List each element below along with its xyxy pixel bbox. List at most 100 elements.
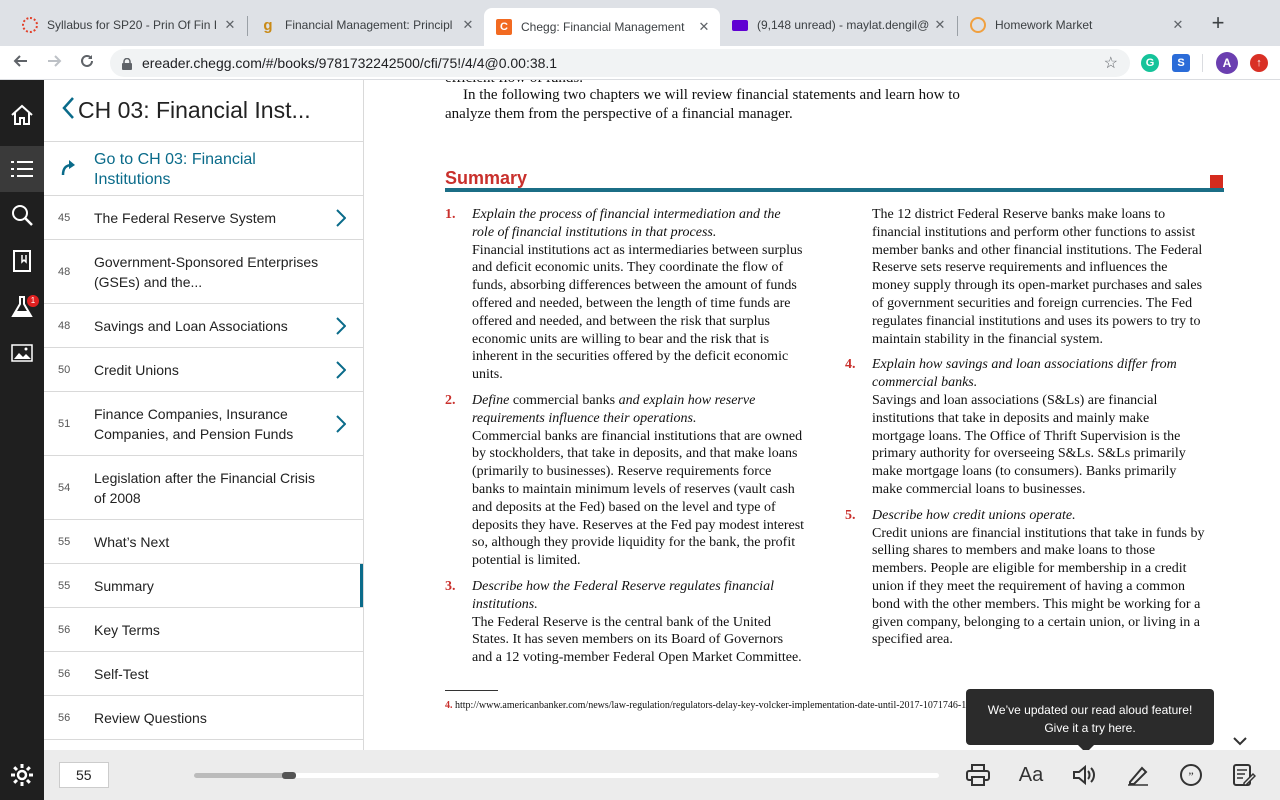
search-button[interactable] — [0, 192, 44, 238]
lock-icon — [122, 57, 132, 70]
yahoo-mail-icon — [732, 19, 748, 31]
address-bar[interactable]: ereader.chegg.com/#/books/9781732242500/… — [110, 49, 1130, 77]
speaker-icon — [1073, 764, 1095, 786]
progress-fill — [194, 773, 297, 778]
toc-header[interactable]: CH 03: Financial Inst... — [44, 80, 363, 142]
goto-chapter-link[interactable]: Go to CH 03: Financial Institutions — [44, 142, 363, 196]
citation-button[interactable]: ” — [1177, 762, 1205, 788]
settings-button[interactable] — [0, 750, 44, 800]
reload-icon — [81, 54, 93, 67]
back-button[interactable] — [8, 50, 34, 76]
toc-item-summary[interactable]: 55 Summary — [44, 564, 363, 608]
url-text: ereader.chegg.com/#/books/9781732242500/… — [142, 55, 558, 71]
font-size-button[interactable]: Aa — [1017, 762, 1045, 788]
toc-item-gses[interactable]: 48 Government-Sponsored Enterprises (GSE… — [44, 240, 363, 304]
reader-nav-rail: 1 — [0, 80, 44, 800]
reading-progress-slider[interactable] — [194, 772, 939, 779]
close-tab-icon[interactable]: ✕ — [460, 17, 476, 33]
list-icon — [11, 161, 33, 177]
heading-rule — [445, 188, 1224, 192]
print-icon — [966, 764, 990, 786]
gear-icon — [11, 764, 33, 786]
chevron-left-icon[interactable] — [44, 97, 74, 124]
search-icon — [12, 205, 33, 226]
toc-item-whats-next[interactable]: 55 What’s Next — [44, 520, 363, 564]
bookmark-page-icon — [13, 250, 31, 272]
canvas-icon — [22, 17, 38, 33]
tab-chegg[interactable]: C Chegg: Financial Management ✕ — [484, 8, 720, 46]
toc-item-federal-reserve[interactable]: 45 The Federal Reserve System — [44, 196, 363, 240]
chevron-right-icon[interactable] — [336, 317, 347, 340]
close-tab-icon[interactable]: ✕ — [222, 17, 238, 33]
quote-icon: ” — [1180, 764, 1202, 786]
summary-objective: 1. Explain the process of financial inte… — [445, 207, 803, 383]
homework-market-icon — [970, 17, 986, 33]
toc-item-self-test[interactable]: 56 Self-Test — [44, 652, 363, 696]
chevron-right-icon[interactable] — [336, 209, 347, 232]
toc-button[interactable] — [0, 146, 44, 192]
tab-yahoo-mail[interactable]: (9,148 unread) - maylat.dengil@ ✕ — [720, 8, 956, 42]
chegg-icon: C — [496, 19, 512, 35]
notes-button[interactable] — [1230, 762, 1258, 788]
close-tab-icon[interactable]: ✕ — [696, 19, 712, 35]
summary-objective: 2. Define commercial banks and explain h… — [445, 392, 805, 569]
home-button[interactable] — [0, 92, 44, 138]
collapse-button[interactable] — [1226, 733, 1254, 751]
chapter-title: CH 03: Financial Inst... — [78, 97, 311, 123]
reader-bottom-bar: 55 Aa ” — [44, 750, 1280, 800]
tab-financial-management-principles[interactable]: g Financial Management: Principl ✕ — [248, 8, 484, 42]
extension-s-icon[interactable]: S — [1172, 54, 1190, 72]
profile-avatar[interactable]: A — [1216, 52, 1238, 74]
toc-item-credit-unions[interactable]: 50 Credit Unions — [44, 348, 363, 392]
summary-column-left: 1. Explain the process of financial inte… — [445, 206, 805, 675]
media-button[interactable] — [0, 330, 44, 376]
toc-item-savings-loan[interactable]: 48 Savings and Loan Associations — [44, 304, 363, 348]
toc-item-finance-companies[interactable]: 51 Finance Companies, Insurance Companie… — [44, 392, 363, 456]
read-aloud-button[interactable] — [1071, 762, 1099, 788]
browser-toolbar: ereader.chegg.com/#/books/9781732242500/… — [0, 46, 1280, 80]
close-tab-icon[interactable]: ✕ — [1170, 17, 1186, 33]
table-of-contents-panel: CH 03: Financial Inst... Go to CH 03: Fi… — [44, 80, 364, 750]
chevron-right-icon[interactable] — [336, 361, 347, 384]
summary-heading: Summary — [445, 168, 528, 188]
browser-tab-strip: Syllabus for SP20 - Prin Of Fin I ✕ g Fi… — [0, 0, 1280, 46]
highlight-button[interactable] — [1124, 762, 1152, 788]
arrow-left-icon — [13, 55, 27, 67]
footnote: 4. http://www.americanbanker.com/news/la… — [445, 700, 990, 711]
notes-icon — [1233, 764, 1256, 786]
notification-badge: 1 — [27, 295, 39, 307]
tab-syllabus[interactable]: Syllabus for SP20 - Prin Of Fin I ✕ — [10, 8, 246, 42]
home-icon — [11, 104, 33, 125]
arrow-right-icon — [48, 55, 62, 67]
reload-button[interactable] — [74, 50, 100, 76]
page-number-input[interactable]: 55 — [59, 762, 109, 788]
summary-objective: 5. Describe how credit unions operate. C… — [845, 507, 1205, 648]
update-icon[interactable]: ↑ — [1250, 54, 1268, 72]
progress-thumb[interactable] — [282, 772, 297, 779]
g-icon: g — [263, 16, 273, 34]
bookmark-star-icon[interactable]: ☆ — [1104, 53, 1118, 73]
forward-button[interactable] — [41, 50, 67, 76]
highlighter-icon — [1128, 766, 1148, 786]
chevron-down-icon — [1233, 737, 1247, 746]
heading-marker — [1210, 175, 1223, 188]
close-tab-icon[interactable]: ✕ — [932, 17, 948, 33]
toc-item-review-questions[interactable]: 56 Review Questions — [44, 696, 363, 740]
practice-button[interactable]: 1 — [0, 284, 44, 330]
summary-column-right: The 12 district Federal Reserve banks ma… — [845, 206, 1205, 657]
print-button[interactable] — [964, 762, 992, 788]
new-tab-button[interactable]: + — [1206, 12, 1230, 36]
read-aloud-tooltip[interactable]: We’ve updated our read aloud feature! Gi… — [966, 689, 1214, 753]
svg-text:”: ” — [1188, 769, 1193, 783]
toc-item-key-terms[interactable]: 56 Key Terms — [44, 608, 363, 652]
image-icon — [11, 344, 33, 362]
intro-text-line1: In the following two chapters we will re… — [463, 87, 960, 103]
book-page: efficient flow of funds. In the followin… — [365, 80, 1280, 750]
footnote-rule — [445, 690, 498, 691]
bookmarks-button[interactable] — [0, 238, 44, 284]
toc-item-legislation[interactable]: 54 Legislation after the Financial Crisi… — [44, 456, 363, 520]
grammarly-icon[interactable]: G — [1141, 54, 1159, 72]
footnote-link[interactable]: http://www.americanbanker.com/news/law-r… — [455, 700, 990, 711]
tab-homework-market[interactable]: Homework Market ✕ — [958, 8, 1194, 42]
chevron-right-icon[interactable] — [336, 415, 347, 438]
